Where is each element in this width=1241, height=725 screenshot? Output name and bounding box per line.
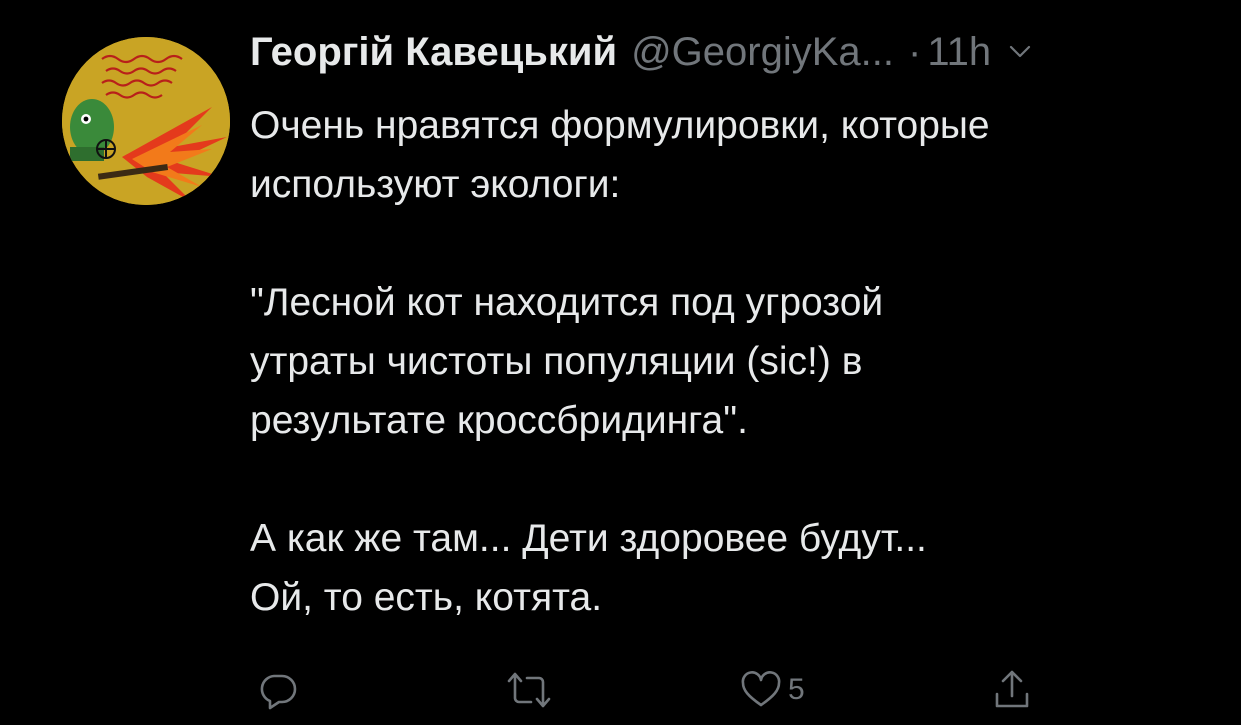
- reply-button[interactable]: [258, 664, 298, 716]
- share-button[interactable]: [992, 664, 1032, 716]
- tweet-body: Георгій Кавецький @GeorgiyKa... · 11h Оч…: [250, 20, 1210, 627]
- tweet-paragraph: А как же там... Дети здоровее будут... О…: [250, 517, 927, 619]
- avatar-illustration: [62, 37, 230, 205]
- user-handle[interactable]: @GeorgiyKa...: [631, 30, 894, 75]
- like-button[interactable]: 5: [740, 664, 805, 716]
- tweet-paragraph: "Лесной кот находится под угрозой утраты…: [250, 281, 884, 442]
- chevron-down-icon[interactable]: [1009, 41, 1031, 63]
- tweet-actions: 5: [250, 664, 1050, 716]
- display-name[interactable]: Георгій Кавецький: [250, 30, 617, 75]
- like-count: 5: [788, 673, 805, 706]
- retweet-icon: [507, 672, 551, 708]
- reply-icon: [260, 674, 297, 710]
- header-separator: ·: [908, 29, 922, 74]
- share-icon: [995, 670, 1029, 708]
- tweet[interactable]: Георгій Кавецький @GeorgiyKa... · 11h Оч…: [0, 0, 1241, 725]
- tweet-text: Очень нравятся формулировки, которые исп…: [250, 96, 1210, 627]
- tweet-header: Георгій Кавецький @GeorgiyKa... · 11h: [250, 20, 1210, 84]
- avatar[interactable]: [62, 37, 230, 205]
- retweet-button[interactable]: [505, 664, 553, 716]
- tweet-paragraph: Очень нравятся формулировки, которые исп…: [250, 104, 990, 206]
- tweet-time[interactable]: 11h: [927, 30, 991, 75]
- heart-icon: [741, 671, 781, 707]
